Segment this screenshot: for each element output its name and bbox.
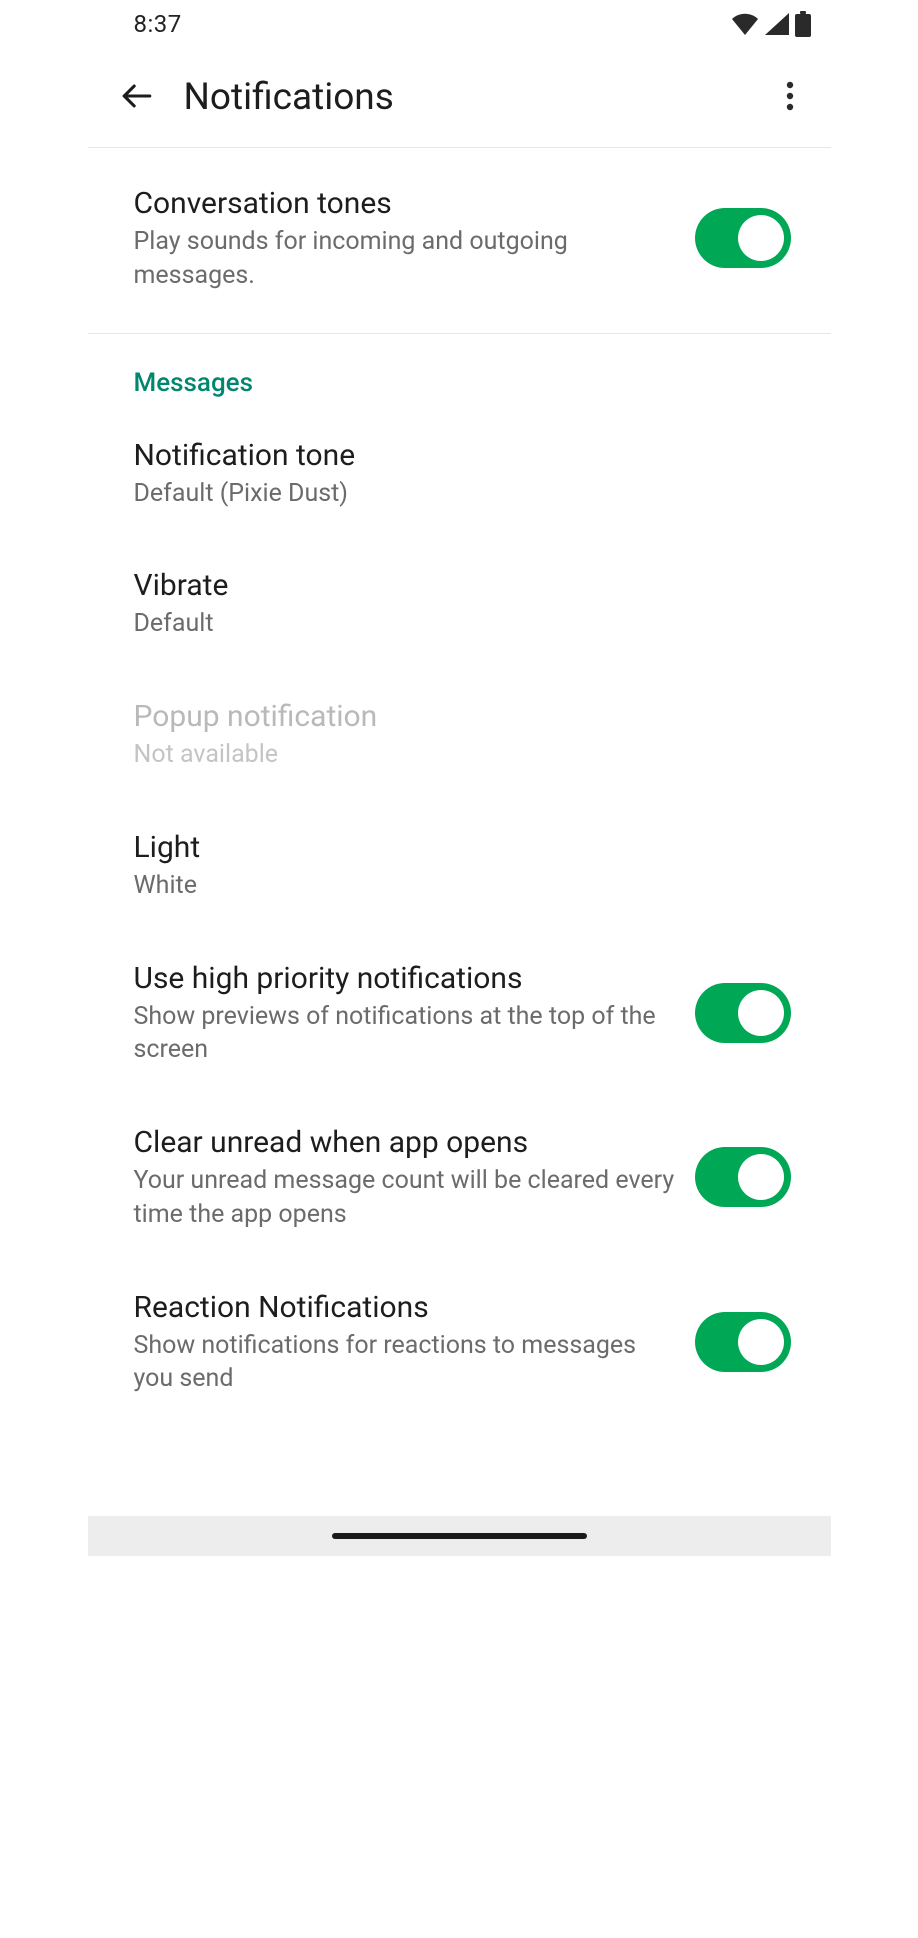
status-time: 8:37	[134, 10, 182, 38]
setting-title: Clear unread when app opens	[134, 1123, 675, 1162]
setting-title: Conversation tones	[134, 184, 675, 223]
setting-subtitle: Default	[134, 607, 765, 641]
setting-subtitle: White	[134, 869, 765, 903]
setting-text: Popup notification Not available	[134, 697, 785, 772]
setting-text: Notification tone Default (Pixie Dust)	[134, 436, 785, 511]
reaction-notifications-toggle[interactable]	[695, 1312, 791, 1372]
setting-vibrate[interactable]: Vibrate Default	[88, 538, 831, 669]
setting-subtitle: Play sounds for incoming and outgoing me…	[134, 225, 675, 293]
back-button[interactable]	[110, 71, 164, 125]
setting-text: Conversation tones Play sounds for incom…	[134, 184, 695, 293]
cell-signal-icon	[765, 13, 789, 35]
setting-title: Notification tone	[134, 436, 765, 475]
page-title: Notifications	[184, 76, 763, 119]
setting-text: Use high priority notifications Show pre…	[134, 959, 695, 1068]
setting-popup-notification: Popup notification Not available	[88, 669, 831, 800]
high-priority-toggle[interactable]	[695, 983, 791, 1043]
setting-subtitle: Show previews of notifications at the to…	[134, 1000, 675, 1068]
section-header-messages: Messages	[88, 334, 831, 408]
setting-high-priority[interactable]: Use high priority notifications Show pre…	[88, 931, 831, 1096]
conversation-tones-toggle[interactable]	[695, 208, 791, 268]
nav-indicator[interactable]	[332, 1533, 587, 1539]
setting-conversation-tones[interactable]: Conversation tones Play sounds for incom…	[88, 148, 831, 333]
setting-title: Popup notification	[134, 697, 765, 736]
setting-text: Reaction Notifications Show notification…	[134, 1288, 695, 1397]
status-icons	[731, 11, 811, 37]
setting-text: Light White	[134, 828, 785, 903]
arrow-left-icon	[120, 79, 154, 116]
setting-text: Vibrate Default	[134, 566, 785, 641]
setting-clear-unread[interactable]: Clear unread when app opens Your unread …	[88, 1095, 831, 1260]
setting-title: Light	[134, 828, 765, 867]
setting-light[interactable]: Light White	[88, 800, 831, 931]
battery-icon	[795, 11, 811, 37]
clear-unread-toggle[interactable]	[695, 1147, 791, 1207]
setting-subtitle: Default (Pixie Dust)	[134, 477, 765, 511]
setting-subtitle: Show notifications for reactions to mess…	[134, 1329, 675, 1397]
setting-text: Clear unread when app opens Your unread …	[134, 1123, 695, 1232]
screen: 8:37 Notifications	[88, 0, 831, 1556]
setting-title: Vibrate	[134, 566, 765, 605]
setting-subtitle: Your unread message count will be cleare…	[134, 1164, 675, 1232]
app-bar: Notifications	[88, 48, 831, 148]
more-vertical-icon	[786, 81, 794, 114]
settings-list[interactable]: Conversation tones Play sounds for incom…	[88, 148, 831, 1556]
setting-subtitle: Not available	[134, 738, 765, 772]
wifi-icon	[731, 13, 759, 35]
setting-reaction-notifications[interactable]: Reaction Notifications Show notification…	[88, 1260, 831, 1425]
status-bar: 8:37	[88, 0, 831, 48]
setting-title: Reaction Notifications	[134, 1288, 675, 1327]
setting-notification-tone[interactable]: Notification tone Default (Pixie Dust)	[88, 408, 831, 539]
more-options-button[interactable]	[763, 71, 817, 125]
nav-bar	[88, 1516, 831, 1556]
setting-title: Use high priority notifications	[134, 959, 675, 998]
